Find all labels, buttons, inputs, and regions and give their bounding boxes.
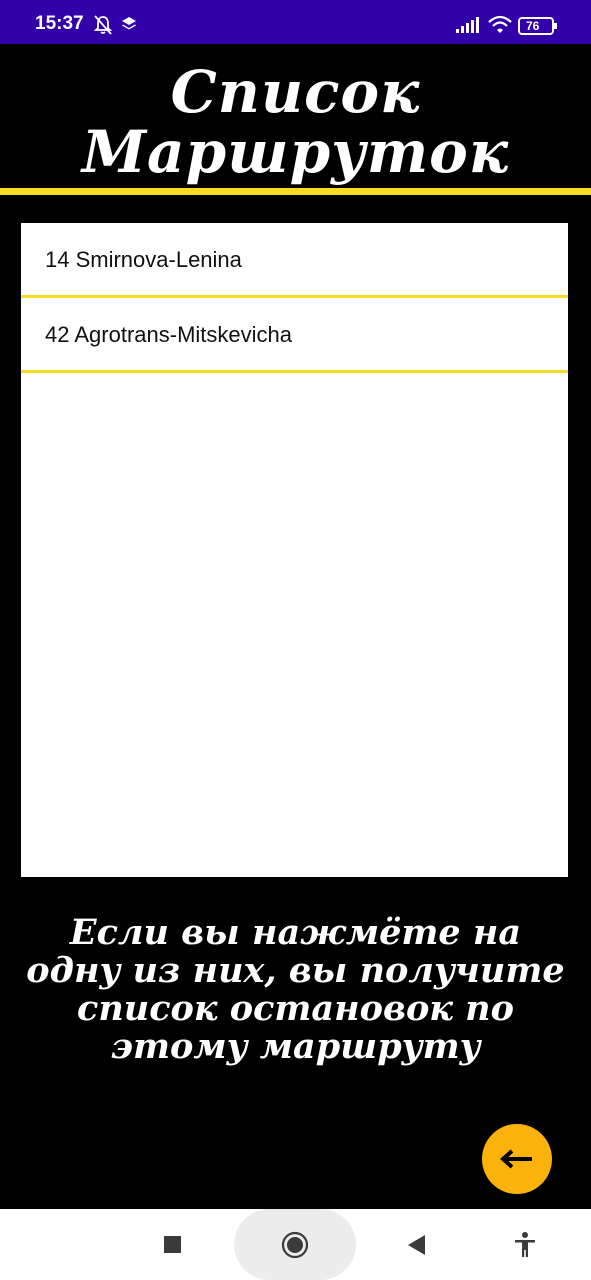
route-list: 14 Smirnova-Lenina 42 Agrotrans-Mitskevi… — [21, 223, 568, 877]
battery-level: 76 — [526, 19, 540, 33]
page-title-line2: Маршруток — [81, 118, 510, 186]
system-nav-bar — [0, 1209, 591, 1280]
back-button[interactable] — [404, 1232, 430, 1258]
back-icon — [408, 1235, 425, 1255]
wifi-icon — [487, 0, 513, 49]
hint-line1: Если вы нажмёте на — [69, 912, 522, 953]
recent-apps-button[interactable] — [160, 1232, 186, 1258]
home-button[interactable] — [281, 1231, 309, 1259]
hint-text: Если вы нажмёте на одну из них, вы получ… — [0, 914, 591, 1066]
arrow-left-icon — [499, 1149, 532, 1169]
accessibility-button[interactable] — [512, 1231, 538, 1259]
status-time: 15:37 — [35, 13, 84, 34]
accessibility-icon — [515, 1232, 535, 1257]
list-item-route-14[interactable]: 14 Smirnova-Lenina — [21, 223, 568, 298]
status-bar: 15:37 76 — [0, 0, 591, 44]
hint-line2: одну из них, вы получите — [26, 950, 565, 991]
route-label: 14 Smirnova-Lenina — [45, 247, 242, 272]
recent-apps-icon — [164, 1236, 181, 1253]
hint-line3: список остановок по — [77, 988, 514, 1029]
app-screen: 15:37 76 Список Маршруток 14 Smirnova-Le… — [0, 0, 591, 1280]
bell-off-icon — [93, 0, 113, 49]
page-title-line1: Список — [170, 58, 421, 126]
back-fab-button[interactable] — [482, 1124, 552, 1194]
layers-icon — [120, 0, 138, 49]
list-item-route-42[interactable]: 42 Agrotrans-Mitskevicha — [21, 298, 568, 373]
hint-line4: этому маршруту — [110, 1026, 481, 1067]
page-title: Список Маршруток — [0, 62, 591, 182]
route-label: 42 Agrotrans-Mitskevicha — [45, 322, 292, 347]
battery-icon: 76 — [518, 0, 558, 49]
header-divider — [0, 188, 591, 195]
signal-icon — [455, 0, 479, 49]
home-icon — [281, 1231, 309, 1259]
